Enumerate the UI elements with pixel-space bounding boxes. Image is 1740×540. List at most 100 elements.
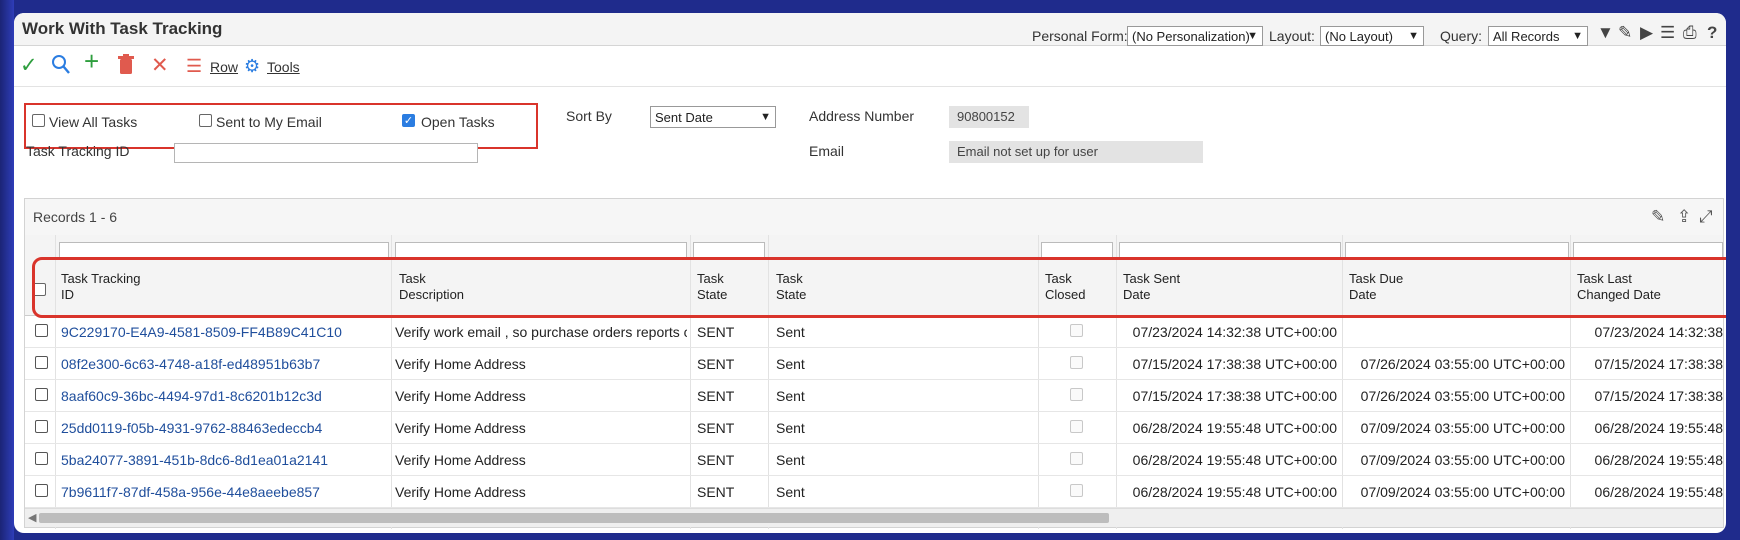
row-select-checkbox[interactable]	[35, 388, 48, 401]
check-icon[interactable]: ✓	[20, 54, 38, 78]
records-count: Records 1 - 6	[33, 209, 118, 225]
task-changed-date: 06/28/2024 19:55:48	[1594, 452, 1723, 468]
task-closed-checkbox	[1070, 452, 1083, 465]
row-select-checkbox[interactable]	[35, 484, 48, 497]
task-state: Sent	[776, 452, 805, 468]
open-tasks-checkbox[interactable]: ✓	[402, 114, 415, 127]
task-id-link[interactable]: 9C229170-E4A9-4581-8509-FF4B89C41C10	[61, 324, 387, 340]
left-edge-decoration	[0, 0, 14, 540]
help-icon[interactable]: ?	[1707, 23, 1717, 43]
sort-by-value: Sent Date	[655, 110, 713, 125]
task-due-date: 07/09/2024 03:55:00 UTC+00:00	[1360, 420, 1565, 436]
task-description: Verify Home Address	[395, 388, 526, 404]
task-due-date: 07/26/2024 03:55:00 UTC+00:00	[1360, 388, 1565, 404]
row-select-checkbox[interactable]	[35, 420, 48, 433]
close-icon[interactable]: ✕	[151, 54, 169, 78]
chevron-down-icon: ▼	[1572, 30, 1583, 42]
personal-form-label: Personal Form:	[1032, 28, 1128, 44]
task-state: Sent	[776, 324, 805, 340]
row-menu-icon[interactable]: ☰	[186, 54, 202, 78]
address-number-value: 90800152	[949, 106, 1029, 128]
table-row[interactable]: 7b9611f7-87df-458a-956e-44e8aeebe857 Ver…	[25, 476, 1723, 508]
title-bar: Work With Task Tracking Personal Form: (…	[14, 13, 1726, 46]
task-id-link[interactable]: 5ba24077-3891-451b-8dc6-8d1ea01a2141	[61, 452, 387, 468]
table-row[interactable]: 5ba24077-3891-451b-8dc6-8d1ea01a2141 Ver…	[25, 444, 1723, 476]
task-sent-date: 07/15/2024 17:38:38 UTC+00:00	[1132, 388, 1337, 404]
task-grid: Records 1 - 6 ✎ ⇪ ⤢ Task Tracking ID Task…	[24, 198, 1724, 529]
gear-icon[interactable]: ⚙	[244, 54, 260, 78]
task-closed-checkbox	[1070, 484, 1083, 497]
play-icon[interactable]: ▶	[1640, 23, 1653, 43]
task-closed-checkbox	[1070, 388, 1083, 401]
export-doc-icon[interactable]: ⎙	[1683, 23, 1697, 43]
personal-form-value: (No Personalization)	[1132, 29, 1250, 44]
email-label: Email	[809, 143, 845, 159]
chevron-down-icon: ▼	[1408, 30, 1419, 42]
task-due-date: 07/26/2024 03:55:00 UTC+00:00	[1360, 356, 1565, 372]
task-sent-date: 06/28/2024 19:55:48 UTC+00:00	[1132, 420, 1337, 436]
horizontal-scrollbar[interactable]: ◀	[25, 508, 1723, 527]
row-menu-button[interactable]: Row	[210, 59, 238, 75]
table-row[interactable]: 08f2e300-6c63-4748-a18f-ed48951b63b7 Ver…	[25, 348, 1723, 380]
task-state-code: SENT	[697, 420, 735, 436]
task-description: Verify Home Address	[395, 452, 526, 468]
layout-value: (No Layout)	[1325, 29, 1393, 44]
layout-select[interactable]: (No Layout) ▼	[1320, 26, 1424, 46]
toolbar: ✓ + ✕ ☰ Row ⚙ Tools	[14, 46, 1726, 87]
query-value: All Records	[1493, 29, 1560, 44]
expand-icon[interactable]: ⤢	[1699, 207, 1713, 227]
edit-pencil-icon[interactable]: ✎	[1618, 23, 1632, 43]
task-changed-date: 06/28/2024 19:55:48	[1594, 420, 1723, 436]
scroll-left-icon[interactable]: ◀	[28, 511, 36, 524]
task-description: Verify Home Address	[395, 420, 526, 436]
grid-header-bar: Records 1 - 6 ✎ ⇪ ⤢	[25, 199, 1723, 236]
task-closed-checkbox	[1070, 420, 1083, 433]
task-changed-date: 07/15/2024 17:38:38	[1594, 388, 1723, 404]
address-number-label: Address Number	[809, 108, 915, 124]
personal-form-select[interactable]: (No Personalization) ▼	[1127, 26, 1263, 46]
query-select[interactable]: All Records ▼	[1488, 26, 1588, 46]
task-state: Sent	[776, 388, 805, 404]
task-changed-date: 07/23/2024 14:32:38	[1594, 324, 1723, 340]
task-state: Sent	[776, 484, 805, 500]
task-id-link[interactable]: 8aaf60c9-36bc-4494-97d1-8c6201b12c3d	[61, 388, 387, 404]
row-select-checkbox[interactable]	[35, 452, 48, 465]
row-select-checkbox[interactable]	[35, 356, 48, 369]
sort-by-label: Sort By	[566, 108, 612, 124]
sent-to-my-email-checkbox[interactable]	[199, 114, 212, 127]
task-id-link[interactable]: 25dd0119-f05b-4931-9762-88463edeccb4	[61, 420, 387, 436]
layout-label: Layout:	[1269, 28, 1315, 44]
task-id-link[interactable]: 08f2e300-6c63-4748-a18f-ed48951b63b7	[61, 356, 387, 372]
task-tracking-id-label: Task Tracking ID	[26, 143, 130, 159]
page-title: Work With Task Tracking	[22, 19, 223, 38]
scrollbar-thumb[interactable]	[39, 513, 1109, 523]
table-row[interactable]: 9C229170-E4A9-4581-8509-FF4B89C41C10 Ver…	[25, 316, 1723, 348]
task-tracking-id-input[interactable]	[174, 143, 478, 163]
search-icon[interactable]	[51, 54, 71, 82]
chevron-down-icon: ▼	[760, 111, 771, 123]
delete-trash-icon[interactable]	[118, 54, 134, 82]
task-sent-date: 07/15/2024 17:38:38 UTC+00:00	[1132, 356, 1337, 372]
task-id-link[interactable]: 7b9611f7-87df-458a-956e-44e8aeebe857	[61, 484, 387, 500]
table-row[interactable]: 8aaf60c9-36bc-4494-97d1-8c6201b12c3d Ver…	[25, 380, 1723, 412]
task-due-date: 07/09/2024 03:55:00 UTC+00:00	[1360, 452, 1565, 468]
task-state-code: SENT	[697, 356, 735, 372]
task-description: Verify Home Address	[395, 484, 526, 500]
table-row[interactable]: 25dd0119-f05b-4931-9762-88463edeccb4 Ver…	[25, 412, 1723, 444]
list-view-icon[interactable]: ☰	[1660, 23, 1675, 43]
view-all-tasks-checkbox[interactable]	[32, 114, 45, 127]
row-select-checkbox[interactable]	[35, 324, 48, 337]
task-sent-date: 07/23/2024 14:32:38 UTC+00:00	[1132, 324, 1337, 340]
task-closed-checkbox	[1070, 324, 1083, 337]
sort-by-select[interactable]: Sent Date ▼	[650, 106, 776, 128]
task-closed-checkbox	[1070, 356, 1083, 369]
tools-menu-button[interactable]: Tools	[267, 59, 300, 75]
task-changed-date: 07/15/2024 17:38:38	[1594, 356, 1723, 372]
email-value: Email not set up for user	[949, 141, 1203, 163]
edit-grid-icon[interactable]: ✎	[1651, 207, 1665, 227]
task-state-code: SENT	[697, 388, 735, 404]
task-description: Verify Home Address	[395, 356, 526, 372]
upload-icon[interactable]: ⇪	[1677, 207, 1691, 227]
add-icon[interactable]: +	[84, 48, 99, 74]
filter-icon[interactable]: ▼	[1597, 23, 1614, 43]
